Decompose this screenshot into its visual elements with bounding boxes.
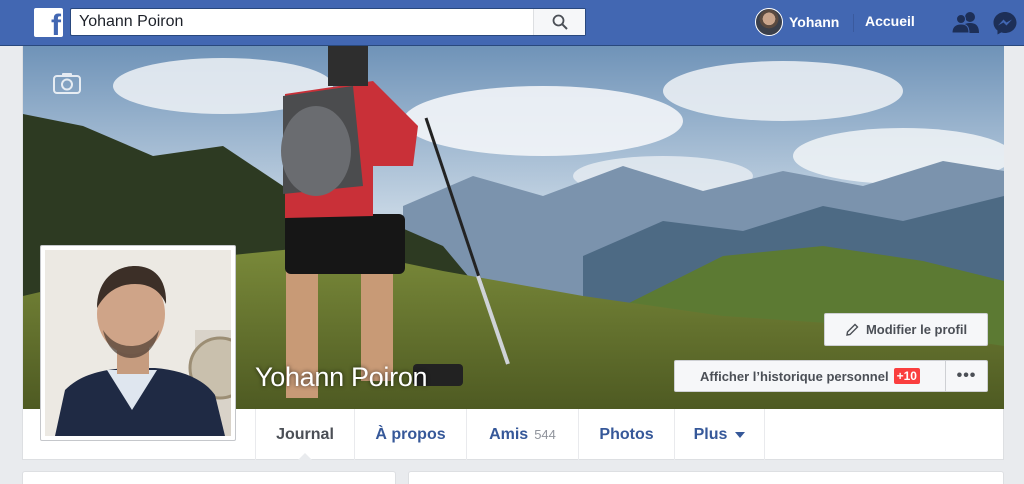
activity-log-label: Afficher l’historique personnel: [700, 368, 889, 384]
tab-more[interactable]: Plus: [675, 409, 765, 460]
tab-journal[interactable]: Journal: [255, 409, 355, 461]
profile-photo-image: [45, 250, 252, 436]
nav-divider: [853, 14, 854, 32]
profile-picture[interactable]: [40, 245, 252, 441]
profile-name: Yohann Poiron: [255, 362, 428, 392]
top-navigation-bar: f Yohann Accueil: [0, 0, 1024, 46]
tab-label: À propos: [375, 425, 446, 443]
search-input[interactable]: [71, 9, 531, 35]
profile-shortcut[interactable]: Yohann: [755, 8, 839, 36]
avatar: [755, 8, 783, 36]
activity-count-badge: +10: [893, 368, 920, 384]
camera-icon[interactable]: [53, 72, 81, 94]
chevron-down-icon: [735, 431, 746, 438]
activity-log-button[interactable]: Afficher l’historique personnel +10: [674, 360, 946, 392]
nav-user-name: Yohann: [789, 14, 840, 30]
tab-photos[interactable]: Photos: [579, 409, 675, 460]
tab-label: Plus: [693, 425, 728, 443]
tab-label: Amis: [489, 425, 529, 443]
edit-profile-button[interactable]: Modifier le profil: [824, 313, 988, 346]
search-bar: [70, 8, 586, 36]
edit-profile-label: Modifier le profil: [865, 322, 968, 337]
tab-friends[interactable]: Amis 544: [467, 409, 579, 460]
more-options-button[interactable]: •••: [945, 360, 988, 392]
right-column-card: [408, 471, 1004, 484]
tab-label: Journal: [276, 425, 334, 443]
pencil-icon: [846, 323, 859, 336]
search-button[interactable]: [533, 9, 585, 35]
home-link[interactable]: Accueil: [865, 13, 915, 29]
facebook-logo-icon[interactable]: f: [34, 8, 63, 37]
friends-count: 544: [534, 427, 556, 442]
profile-header-card: Modifier le profil Afficher l’historique…: [22, 46, 1004, 461]
left-column-card: [22, 471, 396, 484]
tab-about[interactable]: À propos: [355, 409, 467, 460]
search-icon: [552, 14, 568, 30]
profile-tabs: Journal À propos Amis 544 Photos Plus: [255, 409, 765, 461]
messenger-icon[interactable]: [992, 10, 1018, 36]
friend-requests-icon[interactable]: [952, 11, 980, 33]
tab-label: Photos: [599, 425, 654, 443]
